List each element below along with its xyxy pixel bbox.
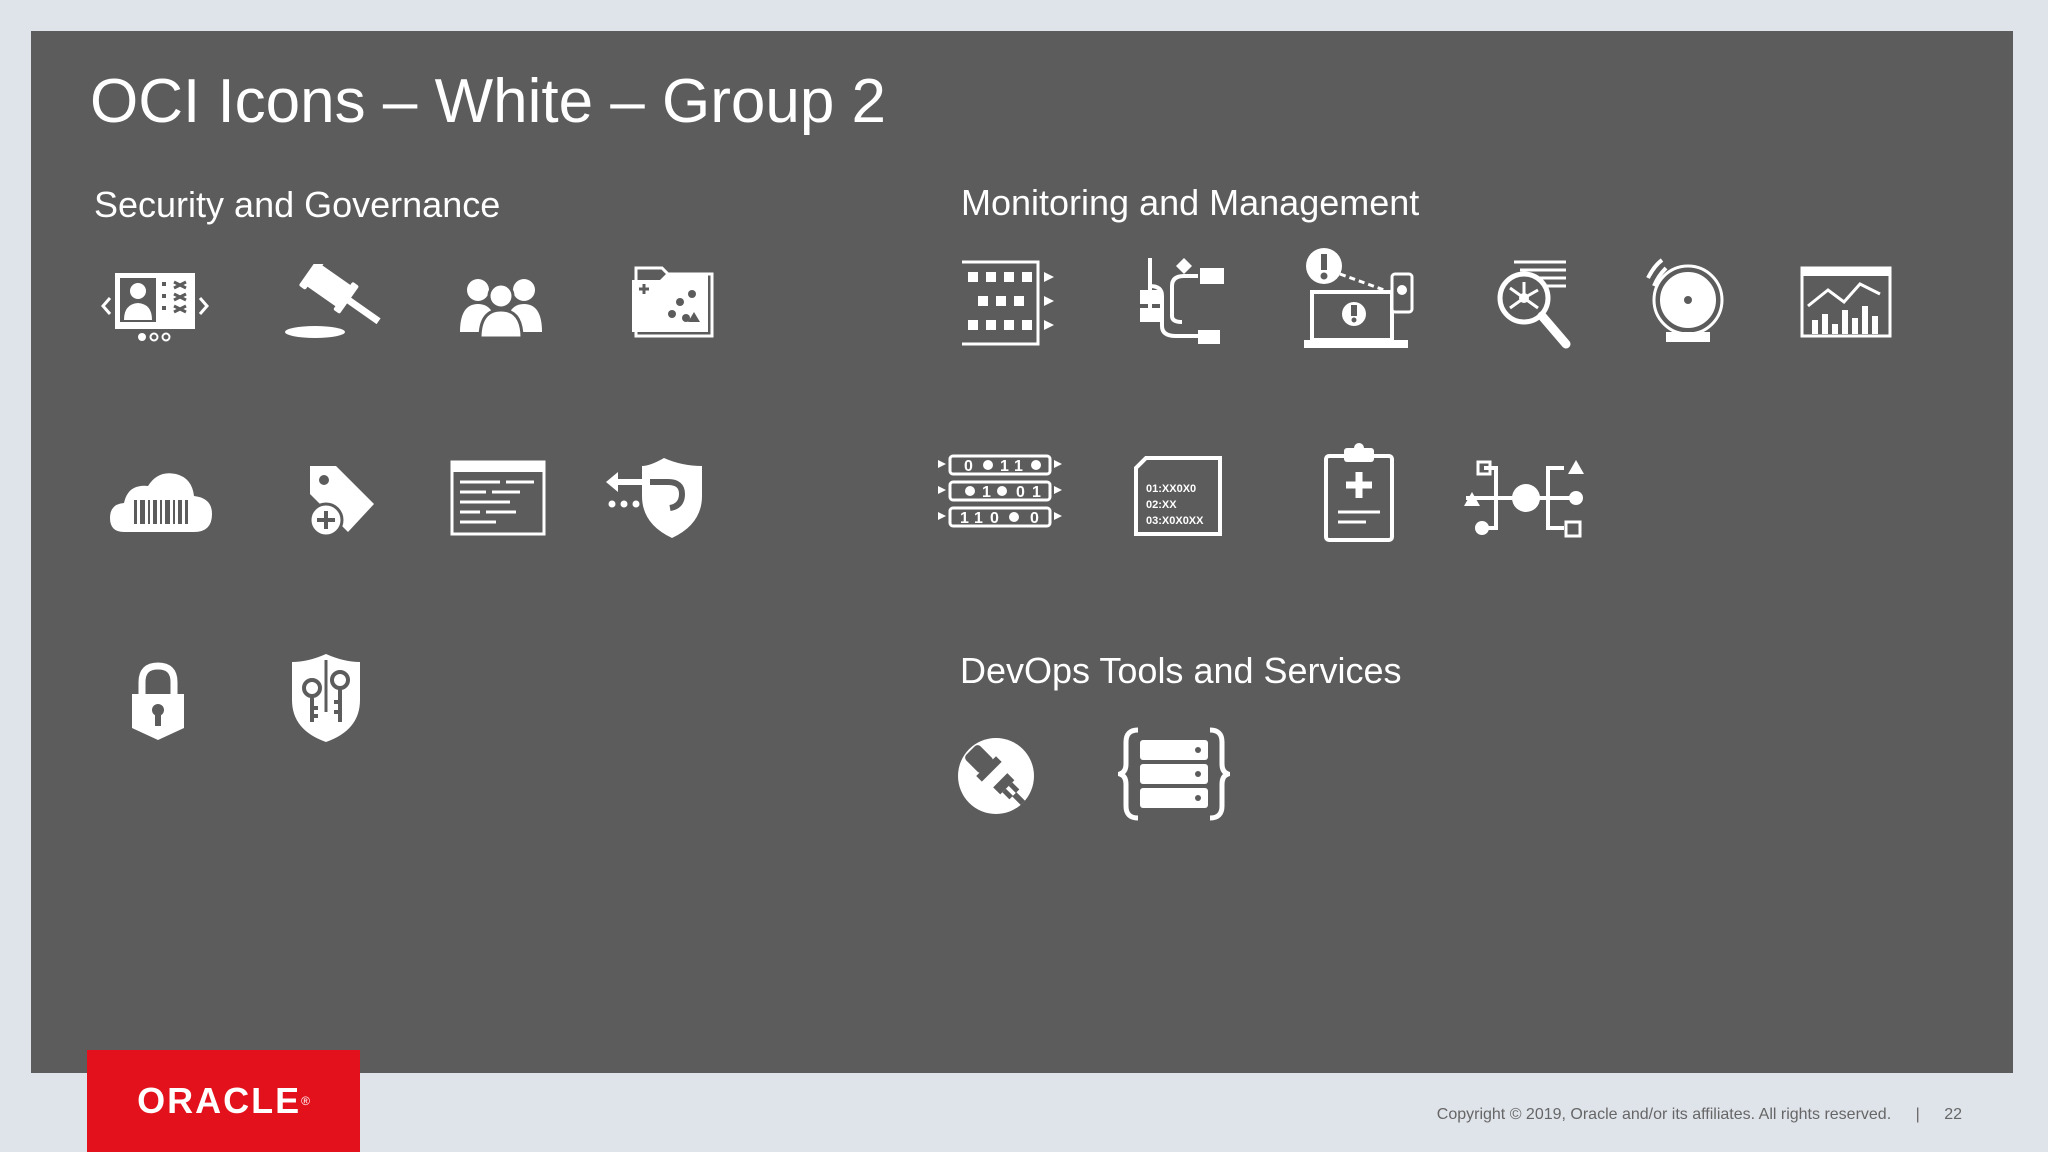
user-group-icon bbox=[458, 272, 544, 338]
oracle-logo: ORACLE ® bbox=[87, 1050, 360, 1152]
metrics-chart-icon bbox=[1800, 266, 1892, 338]
gavel-icon bbox=[283, 264, 383, 340]
svg-text:1: 1 bbox=[1032, 484, 1041, 501]
devops-tools-heading: DevOps Tools and Services bbox=[960, 650, 1402, 691]
log-file-icon: 01:XX0X0 02:XX 03:X0X0XX bbox=[1134, 456, 1222, 536]
health-check-clipboard-icon bbox=[1322, 442, 1396, 542]
alarm-bell-icon bbox=[1644, 256, 1728, 346]
svg-text:03:X0X0XX: 03:X0X0XX bbox=[1146, 515, 1204, 527]
svg-text:0: 0 bbox=[990, 510, 999, 527]
workflow-icon bbox=[1136, 256, 1228, 346]
tag-add-icon bbox=[306, 464, 374, 536]
svg-text:0: 0 bbox=[1016, 484, 1025, 501]
svg-text:1: 1 bbox=[974, 510, 983, 527]
svg-text:1: 1 bbox=[960, 510, 969, 527]
slide-title: OCI Icons – White – Group 2 bbox=[90, 67, 887, 136]
svg-text:0: 0 bbox=[964, 458, 973, 475]
copyright-text: Copyright © 2019, Oracle and/or its affi… bbox=[1436, 1106, 1892, 1123]
identity-console-icon bbox=[100, 268, 210, 344]
audit-log-icon bbox=[450, 460, 546, 536]
svg-text:02:XX: 02:XX bbox=[1146, 499, 1177, 511]
event-grid-icon bbox=[960, 260, 1056, 346]
registered-mark: ® bbox=[301, 1094, 310, 1108]
shield-redirect-icon bbox=[604, 456, 706, 540]
streaming-data-icon: 011 101 1100 bbox=[936, 454, 1064, 532]
resource-manager-icon bbox=[1118, 726, 1230, 822]
svg-text:01:XX0X0: 01:XX0X0 bbox=[1146, 483, 1196, 495]
cloud-barcode-icon bbox=[110, 470, 212, 532]
notification-alert-icon bbox=[1304, 246, 1416, 350]
footer-separator: | bbox=[1915, 1106, 1920, 1123]
plugin-connector-icon bbox=[956, 736, 1036, 816]
svg-text:1: 1 bbox=[982, 484, 991, 501]
oracle-logo-text: ORACLE bbox=[137, 1080, 302, 1121]
security-governance-heading: Security and Governance bbox=[94, 184, 501, 225]
padlock-icon bbox=[130, 662, 186, 740]
footer: Copyright © 2019, Oracle and/or its affi… bbox=[1417, 1106, 1962, 1124]
svg-text:1: 1 bbox=[1000, 458, 1009, 475]
key-vault-shield-icon bbox=[290, 652, 362, 744]
svg-text:1: 1 bbox=[1014, 458, 1023, 475]
svg-text:0: 0 bbox=[1030, 510, 1039, 527]
monitoring-management-heading: Monitoring and Management bbox=[961, 182, 1420, 223]
compartment-folder-icon bbox=[632, 266, 716, 338]
search-analytics-icon bbox=[1494, 258, 1574, 350]
service-connector-icon bbox=[1464, 458, 1596, 540]
page-number: 22 bbox=[1944, 1106, 1962, 1123]
